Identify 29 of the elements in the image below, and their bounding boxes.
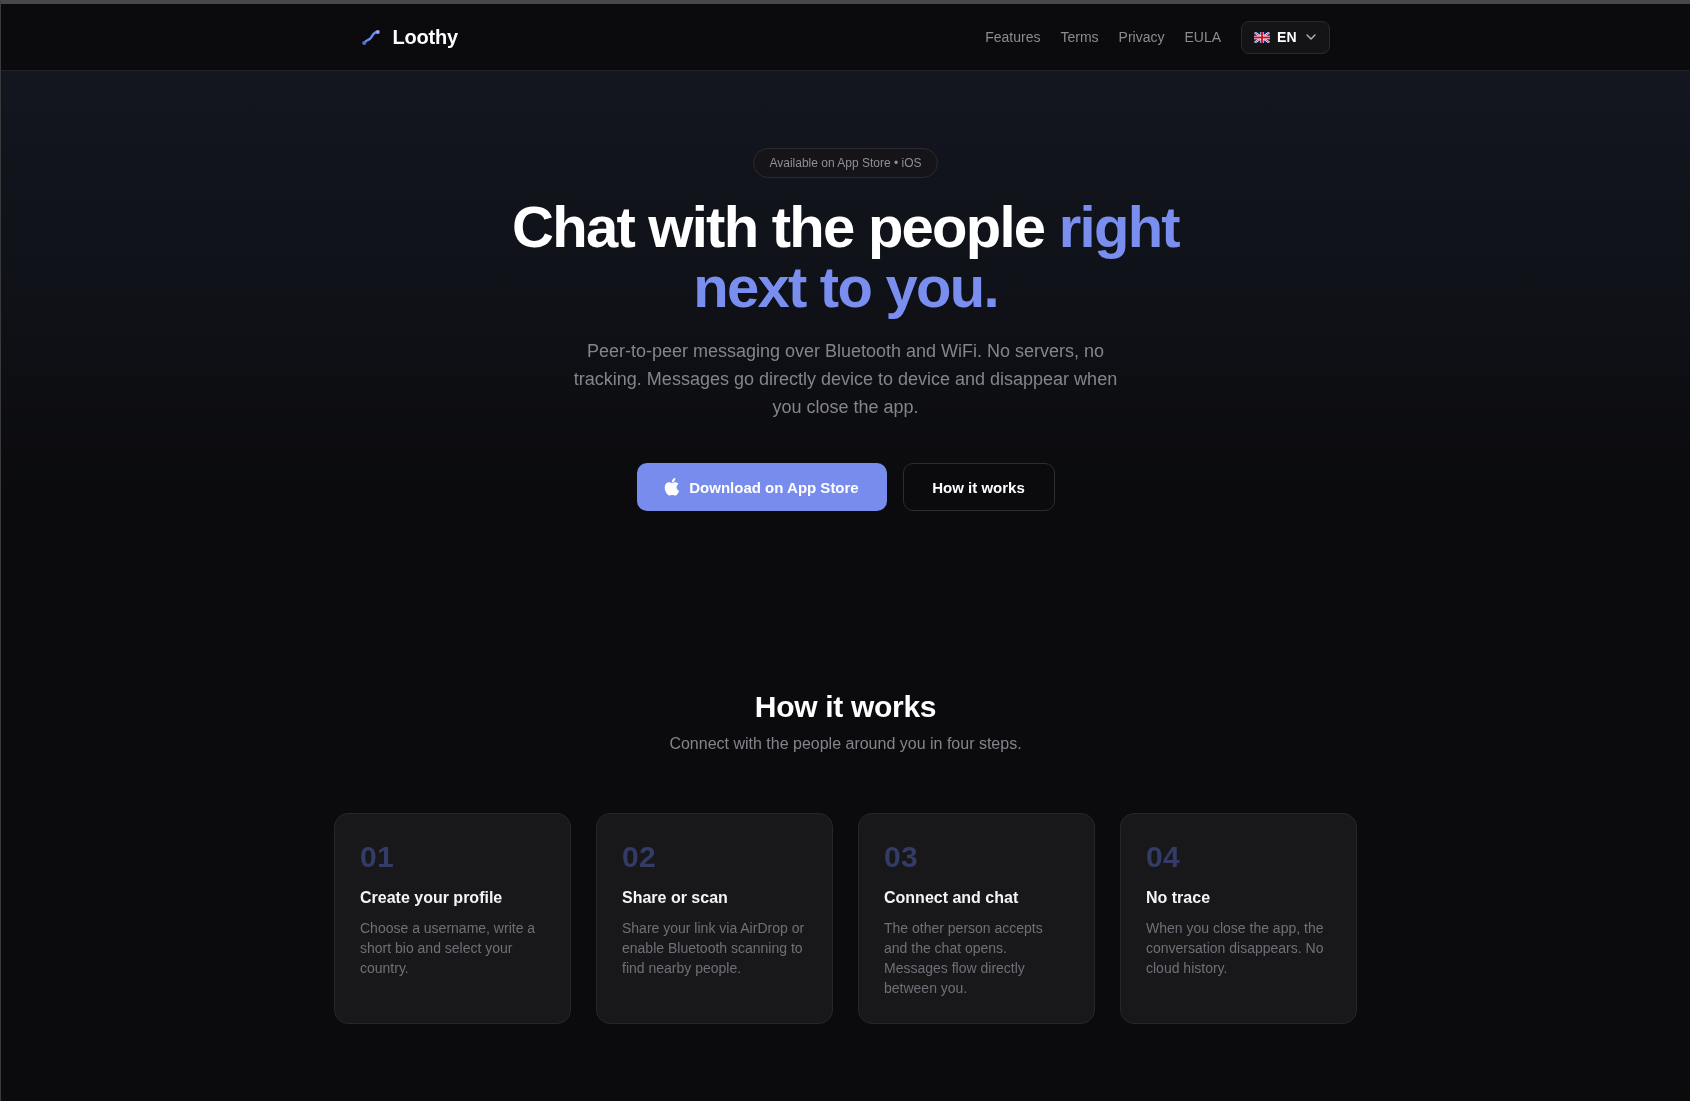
section-subtitle: Connect with the people around you in four steps. [669,734,1022,754]
nav-link[interactable]: EULA [1184,29,1222,45]
hero-title: Chat with the people right next to you. [511,197,1181,317]
wave-logo-icon [361,28,380,46]
how-it-works-button[interactable]: How it works [902,463,1055,511]
download-button[interactable]: Download on App Store [636,463,887,511]
logo-link[interactable]: Loothy [361,25,458,49]
chevron-down-icon [1305,34,1316,40]
step-number: 01 [360,839,394,875]
step-number: 04 [1146,839,1180,875]
step-description: Choose a username, write a short bio and select your country. [360,919,537,978]
availability-badge: Available on App Store • iOS [753,148,938,178]
nav-link[interactable]: Features [985,29,1041,45]
apple-icon [664,478,680,496]
section-title: How it works [754,689,937,725]
step-title: Connect and chat [884,888,1020,908]
step-title: No trace [1146,888,1212,908]
language-button[interactable]: EN [1241,20,1330,54]
hero-description: Peer-to-peer messaging over Bluetooth and WiFi. No servers, no tracking. Messages go directly device to device and disappear when you close the app. [572,340,1119,419]
step-description: The other person accepts and the chat opens. Messages flow directly between you. [884,919,1044,998]
step-description: When you close the app, the conversation disappears. No cloud history. [1146,919,1325,978]
step-title: Share or scan [622,888,729,908]
step-number: 03 [884,839,918,875]
step-number: 02 [622,839,656,875]
flag-icon [1254,31,1271,43]
nav-link[interactable]: Privacy [1118,29,1165,45]
step-title: Create your profile [360,888,504,908]
nav-link[interactable]: Terms [1060,29,1099,45]
step-description: Share your link via AirDrop or enable Bluetooth scanning to find nearby people. [622,919,806,978]
